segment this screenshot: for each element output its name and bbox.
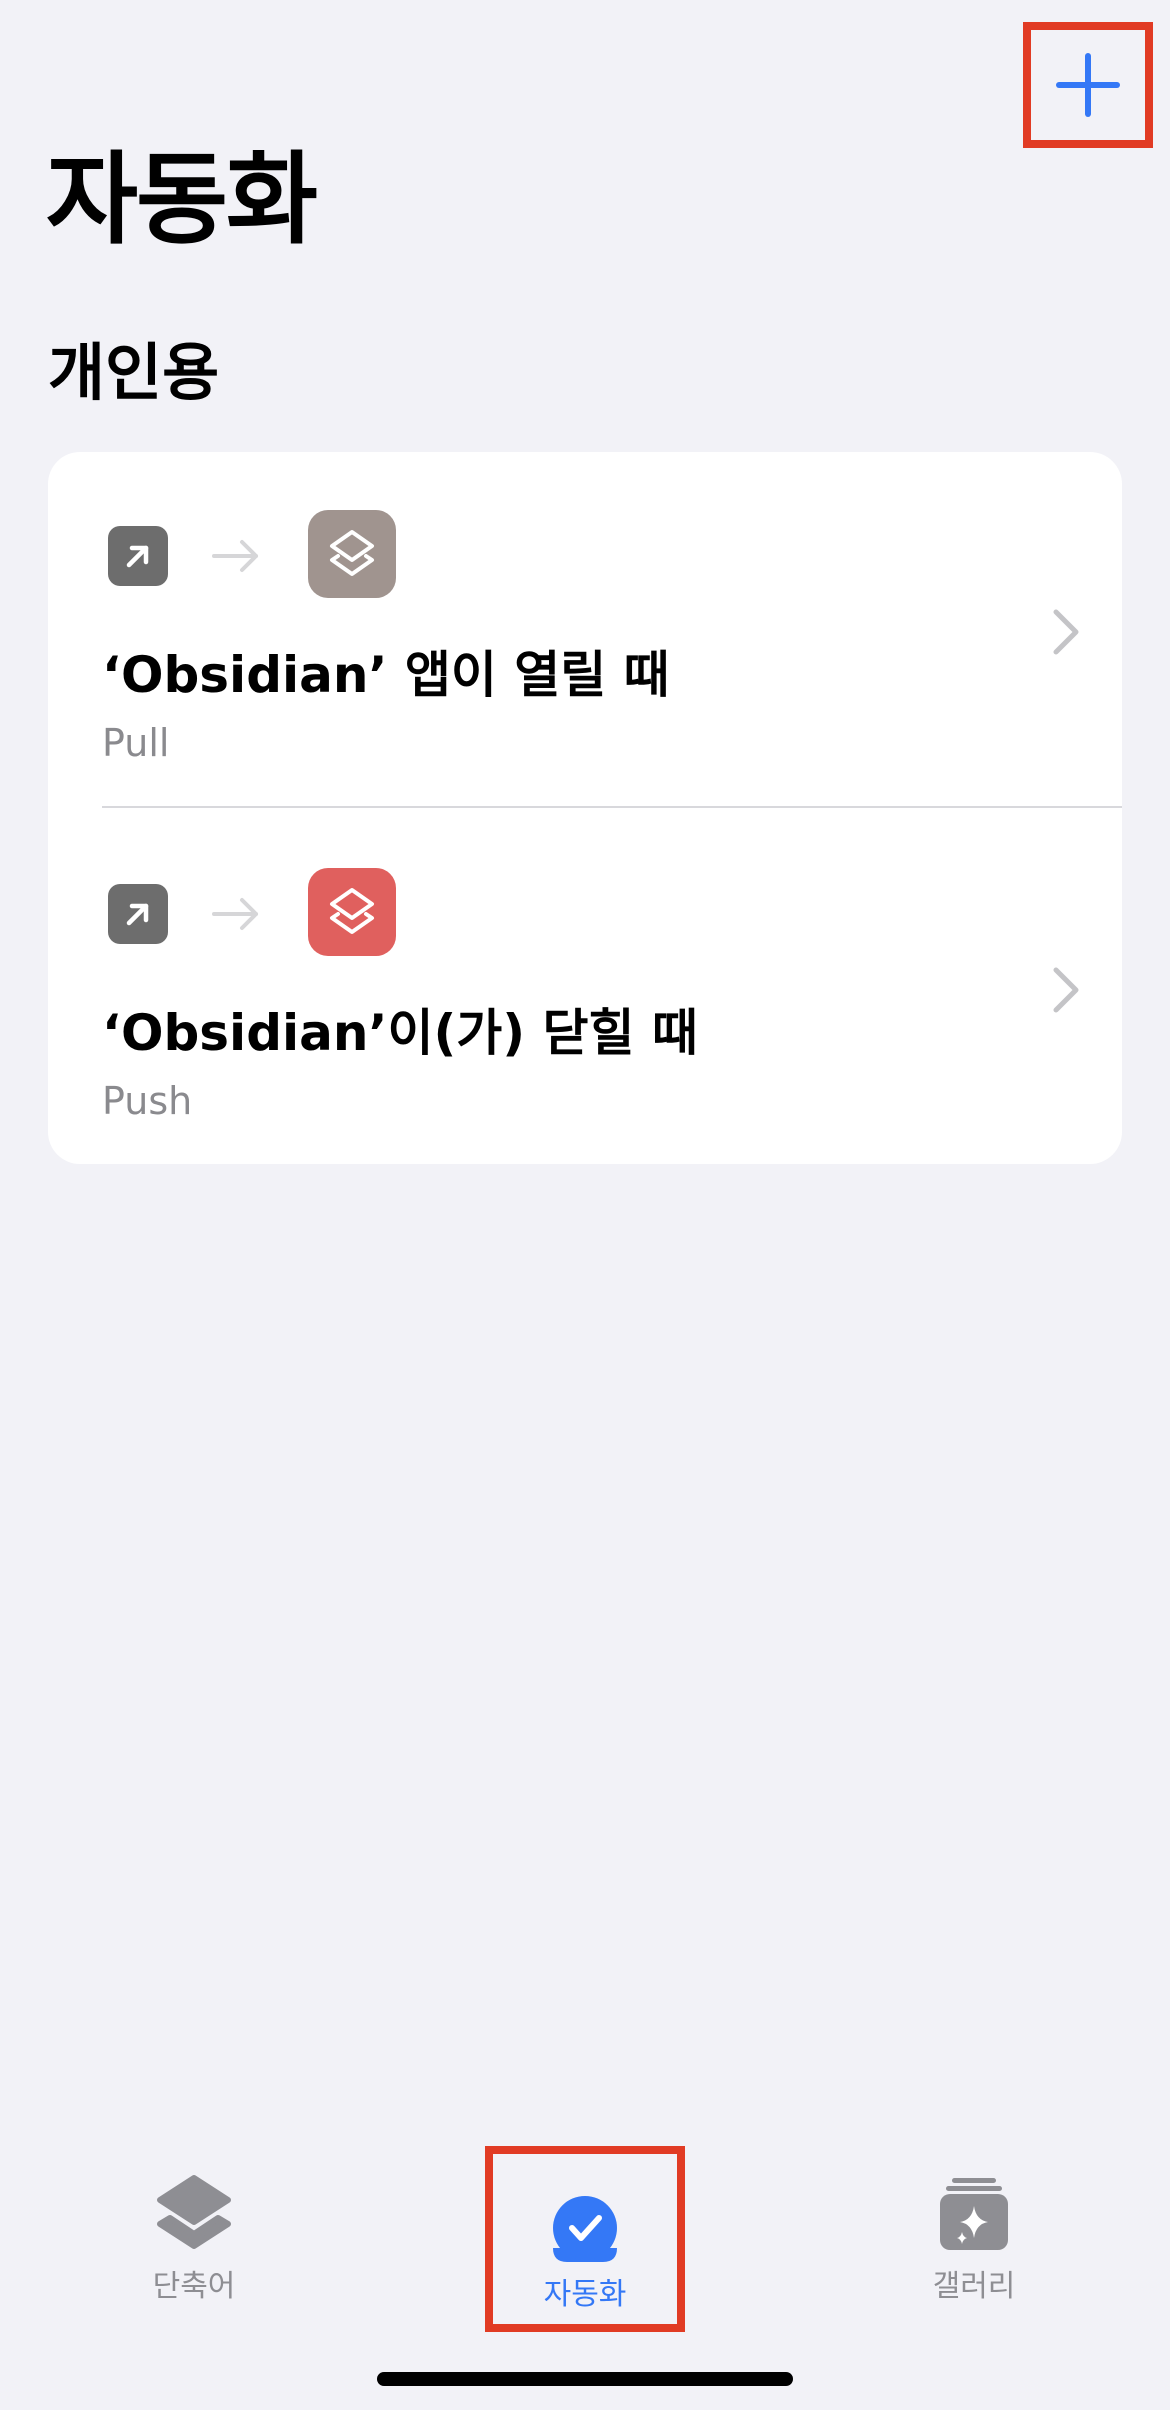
automation-title: ‘Obsidian’ 앱이 열릴 때 (102, 646, 670, 704)
shortcuts-icon (157, 2175, 231, 2249)
open-app-icon (108, 884, 168, 944)
tab-label: 자동화 (543, 2277, 627, 2312)
tab-gallery[interactable]: 갤러리 (914, 2174, 1034, 2302)
chevron-right-icon (1053, 967, 1079, 1013)
chevron-right-icon (1053, 609, 1079, 655)
automation-subtitle: Push (102, 1079, 193, 1123)
automation-row[interactable]: ‘Obsidian’ 앱이 열릴 때 Pull (48, 452, 1122, 808)
right-arrow-icon (208, 528, 264, 584)
automation-list: ‘Obsidian’ 앱이 열릴 때 Pull ‘Obsidian’이(가) 닫… (48, 452, 1122, 1164)
gallery-icon (940, 2178, 1008, 2250)
automation-icon (553, 2196, 617, 2262)
add-automation-button[interactable] (1023, 22, 1153, 148)
right-arrow-icon (208, 886, 264, 942)
home-indicator (377, 2372, 793, 2386)
automation-title: ‘Obsidian’이(가) 닫힐 때 (102, 1004, 698, 1062)
tab-shortcuts[interactable]: 단축어 (134, 2174, 254, 2302)
open-app-icon (108, 526, 168, 586)
tab-automation[interactable]: 자동화 (485, 2146, 685, 2332)
shortcuts-app-icon (308, 510, 396, 598)
page-title: 자동화 (46, 141, 318, 258)
tab-label: 갤러리 (932, 2269, 1016, 2304)
tab-label: 단축어 (152, 2269, 236, 2304)
automation-subtitle: Pull (102, 721, 170, 765)
shortcuts-app-icon (308, 868, 396, 956)
section-title: 개인용 (48, 336, 220, 409)
automation-row[interactable]: ‘Obsidian’이(가) 닫힐 때 Push (48, 808, 1122, 1164)
plus-icon (1056, 53, 1120, 117)
